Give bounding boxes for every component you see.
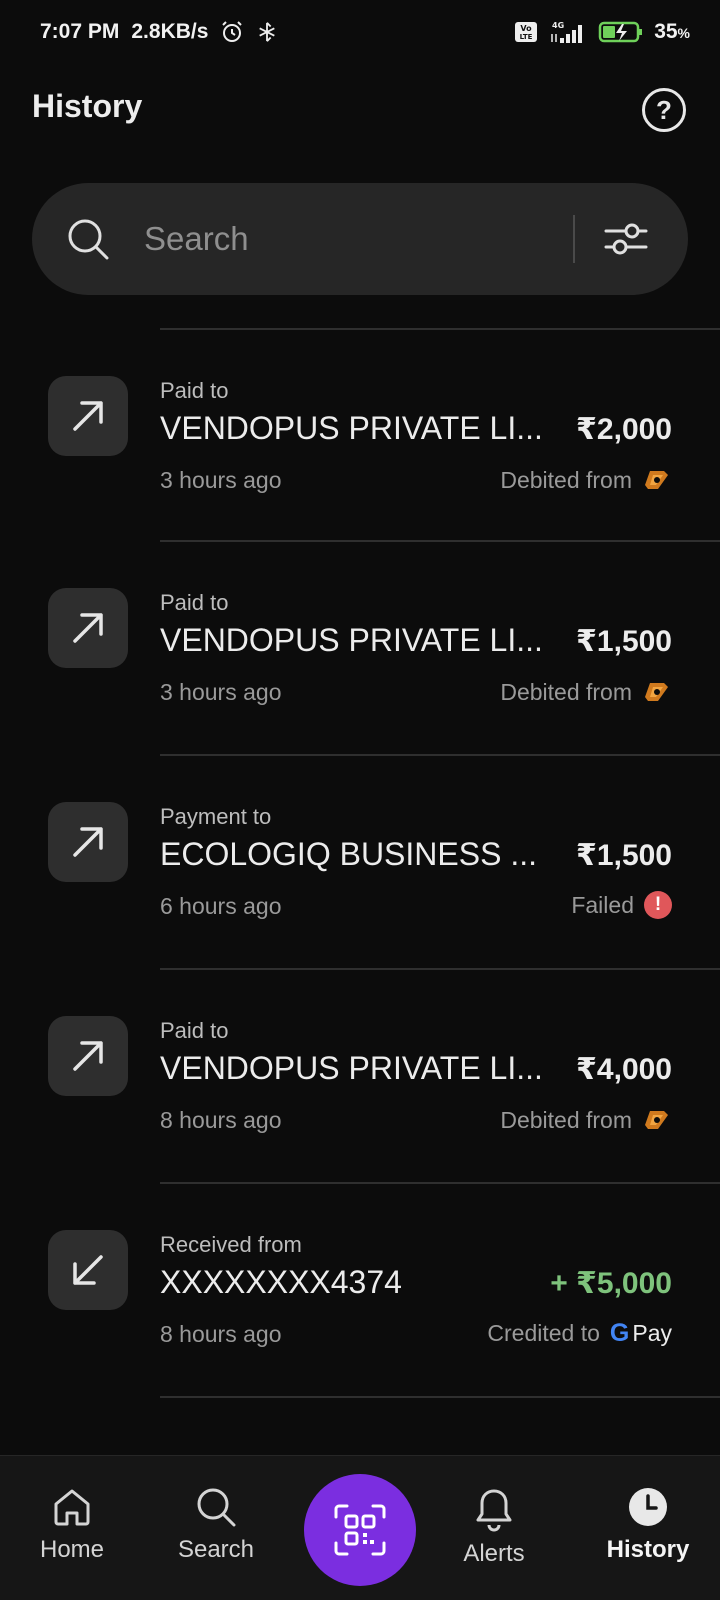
transaction-amount: ₹4,000 [576,1053,672,1086]
bank-logo-icon [645,471,668,489]
bell-icon [476,1489,512,1532]
transaction-type: Paid to [160,1018,229,1043]
qr-scan-button[interactable] [304,1474,416,1586]
nav-search-label: Search [177,1536,255,1563]
nav-history[interactable]: History [578,1456,718,1600]
nav-alerts[interactable]: Alerts [424,1456,564,1600]
transaction-type: Paid to [160,590,229,615]
status-bar: 7:07 PM 2.8KB/s Vo LTE 4G 35% [0,0,720,72]
transaction-name: VENDOPUS PRIVATE LI... [160,1050,543,1086]
search-input[interactable] [144,213,574,265]
transaction-type: Payment to [160,804,272,829]
transaction-amount: ₹2,000 [576,413,672,446]
transaction-row[interactable]: Paid to VENDOPUS PRIVATE LI... ₹4,000 8 … [0,970,720,1188]
transaction-amount: ₹1,500 [576,625,672,658]
transaction-name: VENDOPUS PRIVATE LI... [160,410,543,446]
svg-text:4G: 4G [552,21,564,30]
transaction-row[interactable]: Paid to VENDOPUS PRIVATE LI... ₹1,500 3 … [0,542,720,760]
search-icon [68,219,109,260]
search-bar [32,183,688,295]
page-title: History [32,88,143,124]
nav-home[interactable]: Home [2,1456,142,1600]
home-icon [54,1489,90,1526]
transaction-row[interactable]: Paid to VENDOPUS PRIVATE LI... ₹2,000 3 … [0,330,720,548]
help-circle-icon: ? [656,94,672,125]
transaction-type: Paid to [160,378,229,403]
transaction-status: Debited from [500,677,672,707]
qr-scan-icon [334,1504,386,1556]
transaction-amount: ₹1,500 [576,839,672,872]
bottom-nav: Home Search Alerts History [0,1455,720,1600]
nav-alerts-label: Alerts [463,1540,525,1567]
transaction-time: 8 hours ago [160,1107,282,1133]
volte-icon: VoLTE [515,22,538,42]
svg-text:LTE: LTE [520,33,533,41]
arrow-up-right-icon [48,802,128,882]
transaction-name: ECOLOGIQ BUSINESS ... [160,836,537,872]
battery-percent: 35% [654,20,690,43]
transaction-time: 6 hours ago [160,893,282,919]
battery-charging-icon [598,21,643,43]
arrow-up-right-icon [48,588,128,668]
transaction-time: 8 hours ago [160,1321,282,1347]
transaction-row[interactable]: Payment to ECOLOGIQ BUSINESS ... ₹1,500 … [0,756,720,974]
signal-4g-icon: 4G [551,21,583,43]
filter-sliders-icon[interactable] [602,215,650,263]
transaction-name: XXXXXXXX4374 [160,1264,402,1300]
nav-history-label: History [606,1536,690,1563]
arrow-up-right-icon [48,376,128,456]
bank-logo-icon [645,683,668,701]
gpay-logo-icon: G Pay [609,1319,672,1347]
status-time: 7:07 PM [40,20,120,43]
transaction-row[interactable]: Received from XXXXXXXX4374 + ₹5,000 8 ho… [0,1184,720,1402]
help-button[interactable]: ? [642,88,686,132]
transaction-name: VENDOPUS PRIVATE LI... [160,622,543,658]
bluetooth-icon [259,22,276,42]
search-icon [197,1488,236,1527]
arrow-up-right-icon [48,1016,128,1096]
transaction-time: 3 hours ago [160,679,282,705]
transaction-status: Debited from [500,465,672,495]
nav-search[interactable]: Search [146,1456,286,1600]
clock-icon [629,1488,667,1526]
alarm-icon [222,21,243,42]
search-divider [573,215,575,263]
transaction-type: Received from [160,1232,302,1257]
nav-home-label: Home [39,1536,105,1563]
transaction-time: 3 hours ago [160,467,282,493]
list-divider [160,1396,720,1398]
transaction-status: Debited from [500,1105,672,1135]
transaction-status: Failed ! [571,891,672,919]
arrow-down-left-icon [48,1230,128,1310]
failed-alert-icon: ! [644,891,672,919]
transaction-amount: + ₹5,000 [550,1267,672,1300]
bank-logo-icon [645,1111,668,1129]
network-speed: 2.8KB/s [131,20,209,43]
transaction-status: Credited to G Pay [487,1319,672,1347]
svg-text:Vo: Vo [521,24,533,33]
